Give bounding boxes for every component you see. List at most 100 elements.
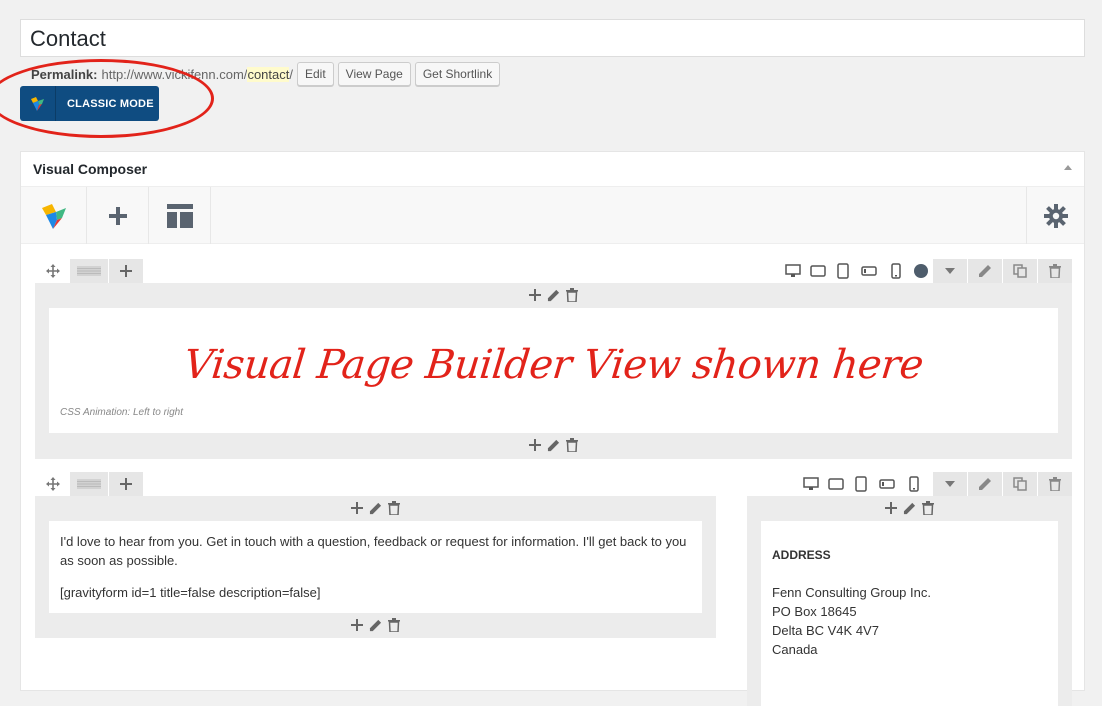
add-element-button[interactable] xyxy=(87,187,149,244)
phone-portrait-icon[interactable] xyxy=(883,259,909,283)
address-line: Delta BC V4K 4V7 xyxy=(772,623,879,638)
tablet-landscape-icon[interactable] xyxy=(823,472,849,496)
move-icon xyxy=(45,477,60,491)
address-line: PO Box 18645 xyxy=(772,604,857,619)
trash-icon[interactable] xyxy=(922,501,934,515)
clone-icon xyxy=(1013,264,1027,278)
phone-landscape-icon[interactable] xyxy=(873,472,901,496)
gear-icon xyxy=(1043,203,1068,228)
pencil-icon xyxy=(979,478,991,490)
vc-logo-button[interactable] xyxy=(21,187,87,244)
columns-icon xyxy=(77,266,101,276)
visual-composer-panel: Visual Composer Visual Page Builder View… xyxy=(20,151,1085,706)
vc-logo-icon xyxy=(20,86,56,121)
row-2-column-left: I'd love to hear from you. Get in touch … xyxy=(35,496,716,638)
desktop-visibility-icon[interactable] xyxy=(781,259,805,283)
status-dot-icon xyxy=(909,259,933,283)
row-add-column-button[interactable] xyxy=(109,259,143,283)
row-delete-button[interactable] xyxy=(1038,472,1072,496)
post-title-input[interactable]: Contact xyxy=(20,19,1085,57)
row-delete-button[interactable] xyxy=(1038,259,1072,283)
pencil-icon[interactable] xyxy=(369,502,382,515)
column-1-controls-bottom xyxy=(35,433,1072,457)
vc-row-2: I'd love to hear from you. Get in touch … xyxy=(35,472,1072,706)
settings-button[interactable] xyxy=(1026,187,1084,244)
permalink-row: Permalink: http://www.vickifenn.com/cont… xyxy=(31,62,501,86)
intro-paragraph: I'd love to hear from you. Get in touch … xyxy=(60,534,687,568)
tablet-landscape-icon[interactable] xyxy=(805,259,831,283)
clone-icon xyxy=(1013,477,1027,491)
columns-icon xyxy=(77,479,101,489)
pencil-icon[interactable] xyxy=(547,439,560,452)
plus-icon[interactable] xyxy=(885,502,897,514)
plus-icon xyxy=(120,478,132,490)
trash-icon xyxy=(1049,477,1061,491)
row-clone-button[interactable] xyxy=(1003,472,1037,496)
vc-toolbar xyxy=(21,187,1084,244)
address-line: Fenn Consulting Group Inc. xyxy=(772,585,931,600)
row-add-column-button[interactable] xyxy=(109,472,143,496)
chevron-down-icon xyxy=(945,481,955,487)
row-toggle-button[interactable] xyxy=(933,259,967,283)
handwritten-annotation: Visual Page Builder View shown here xyxy=(181,342,926,388)
row-layout-button[interactable] xyxy=(70,259,108,283)
address-line: Canada xyxy=(772,642,818,657)
trash-icon[interactable] xyxy=(388,501,400,515)
address-element[interactable]: ADDRESS Fenn Consulting Group Inc. PO Bo… xyxy=(761,521,1058,706)
plus-icon xyxy=(120,265,132,277)
phone-portrait-icon[interactable] xyxy=(901,472,927,496)
get-shortlink-button[interactable]: Get Shortlink xyxy=(414,62,501,86)
plus-icon[interactable] xyxy=(529,289,541,301)
row-1-body: Visual Page Builder View shown here CSS … xyxy=(35,283,1072,459)
permalink-label: Permalink: xyxy=(31,66,98,82)
text-element-1[interactable]: Visual Page Builder View shown here CSS … xyxy=(49,308,1058,433)
vc-logo-icon xyxy=(41,203,66,229)
pencil-icon[interactable] xyxy=(369,619,382,632)
row-edit-button[interactable] xyxy=(968,259,1002,283)
permalink-slug[interactable]: contact xyxy=(247,66,290,82)
row-move-handle[interactable] xyxy=(35,259,70,283)
layout-icon xyxy=(166,203,193,228)
pencil-icon[interactable] xyxy=(547,289,560,302)
row-2-controls xyxy=(35,472,1072,496)
row-edit-button[interactable] xyxy=(968,472,1002,496)
trash-icon xyxy=(1049,264,1061,278)
row-move-handle[interactable] xyxy=(35,472,70,496)
permalink-base-url[interactable]: http://www.vickifenn.com/ xyxy=(101,67,247,82)
classic-mode-label: CLASSIC MODE xyxy=(67,97,154,110)
plus-icon[interactable] xyxy=(351,619,363,631)
vc-panel-title: Visual Composer xyxy=(33,161,148,177)
address-block: Fenn Consulting Group Inc. PO Box 18645 … xyxy=(772,583,1047,659)
templates-button[interactable] xyxy=(149,187,211,244)
plus-icon[interactable] xyxy=(529,439,541,451)
trash-icon[interactable] xyxy=(566,288,578,302)
vc-row-1: Visual Page Builder View shown here CSS … xyxy=(35,259,1072,459)
row-2-column-right: ADDRESS Fenn Consulting Group Inc. PO Bo… xyxy=(747,496,1072,706)
permalink-trailing: / xyxy=(289,66,293,82)
css-animation-label: CSS Animation: Left to right xyxy=(60,407,184,418)
row-toggle-button[interactable] xyxy=(933,472,967,496)
pencil-icon[interactable] xyxy=(903,502,916,515)
row-1-controls xyxy=(35,259,1072,283)
gravityform-shortcode: [gravityform id=1 title=false descriptio… xyxy=(60,585,321,600)
row-clone-button[interactable] xyxy=(1003,259,1037,283)
address-heading: ADDRESS xyxy=(772,548,831,562)
classic-mode-button[interactable]: CLASSIC MODE xyxy=(20,86,159,121)
trash-icon[interactable] xyxy=(566,438,578,452)
phone-landscape-icon[interactable] xyxy=(855,259,883,283)
desktop-visibility-icon[interactable] xyxy=(799,472,823,496)
row-layout-button[interactable] xyxy=(70,472,108,496)
tablet-portrait-icon[interactable] xyxy=(849,472,873,496)
column-1-controls-top xyxy=(35,283,1072,307)
collapse-caret-icon[interactable] xyxy=(1064,165,1072,170)
plus-icon[interactable] xyxy=(351,502,363,514)
trash-icon[interactable] xyxy=(388,618,400,632)
pencil-icon xyxy=(979,265,991,277)
text-element-2[interactable]: I'd love to hear from you. Get in touch … xyxy=(49,521,702,613)
edit-permalink-button[interactable]: Edit xyxy=(296,62,334,86)
tablet-portrait-icon[interactable] xyxy=(831,259,855,283)
chevron-down-icon xyxy=(945,268,955,274)
view-page-button[interactable]: View Page xyxy=(337,62,411,86)
vc-panel-header[interactable]: Visual Composer xyxy=(21,152,1084,187)
move-icon xyxy=(45,264,60,278)
